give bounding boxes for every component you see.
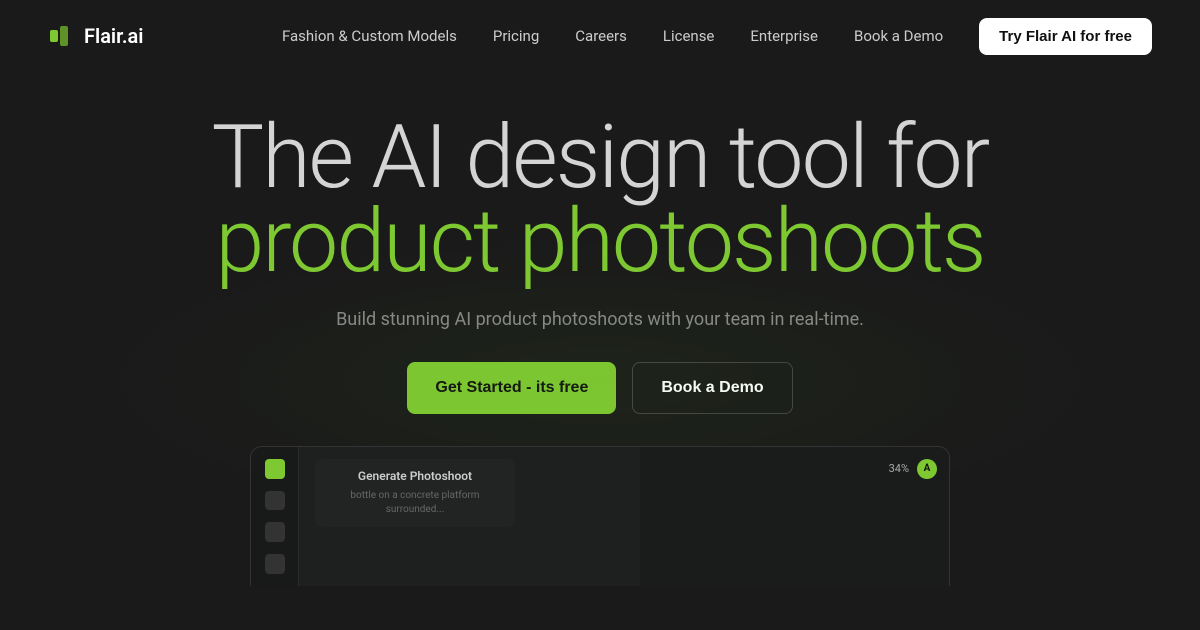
app-toolbar: 34% A [889, 459, 937, 479]
nav-try-free-button[interactable]: Try Flair AI for free [979, 18, 1152, 55]
nav-book-demo[interactable]: Book a Demo [854, 27, 943, 45]
logo-text: Flair.ai [84, 24, 144, 48]
nav-license[interactable]: License [663, 27, 715, 45]
sidebar-icon-2 [265, 491, 285, 511]
nav-links: Fashion & Custom Models Pricing Careers … [282, 18, 1152, 55]
hero-buttons: Get Started - its free Book a Demo [407, 362, 792, 414]
nav-fashion-custom-models[interactable]: Fashion & Custom Models [282, 27, 457, 45]
app-toolbar-percent: 34% [889, 462, 909, 475]
navbar: Flair.ai Fashion & Custom Models Pricing… [0, 0, 1200, 72]
app-window-inner: Generate Photoshoot bottle on a concrete… [251, 447, 949, 586]
sidebar-icon-3 [265, 522, 285, 542]
nav-pricing[interactable]: Pricing [493, 27, 539, 45]
app-main: Generate Photoshoot bottle on a concrete… [299, 447, 640, 586]
app-window: Generate Photoshoot bottle on a concrete… [250, 446, 950, 586]
app-panel: Generate Photoshoot bottle on a concrete… [315, 459, 515, 527]
nav-careers[interactable]: Careers [575, 27, 627, 45]
hero-title-line2: product photoshoots [215, 196, 984, 288]
sidebar-icon-4 [265, 554, 285, 574]
logo[interactable]: Flair.ai [48, 22, 144, 50]
book-demo-button[interactable]: Book a Demo [632, 362, 792, 414]
app-sidebar [251, 447, 299, 586]
app-panel-title: Generate Photoshoot [327, 469, 503, 483]
app-preview: Generate Photoshoot bottle on a concrete… [250, 446, 950, 586]
app-toolbar-badge: A [917, 459, 937, 479]
sidebar-icon-1 [265, 459, 285, 479]
logo-icon [48, 22, 76, 50]
app-panel-text: bottle on a concrete platform surrounded… [327, 489, 503, 517]
hero-section: The AI design tool for product photoshoo… [0, 72, 1200, 586]
nav-enterprise[interactable]: Enterprise [750, 27, 818, 45]
get-started-button[interactable]: Get Started - its free [407, 362, 616, 414]
hero-subtitle: Build stunning AI product photoshoots wi… [336, 309, 864, 330]
